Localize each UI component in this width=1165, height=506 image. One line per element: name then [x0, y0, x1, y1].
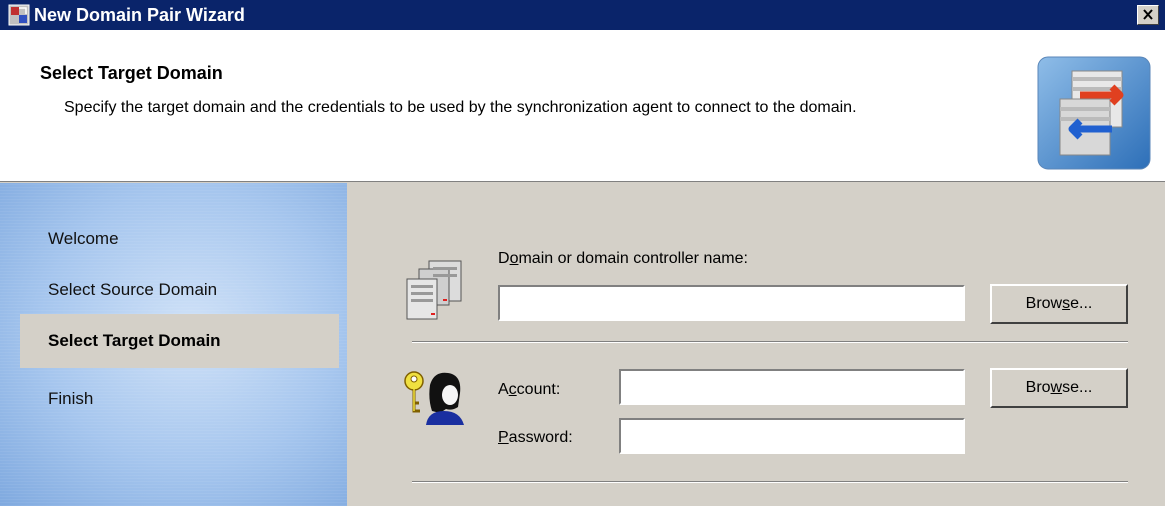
browse-account-pre: Bro: [1025, 379, 1051, 396]
browse-domain-post: e...: [1070, 295, 1093, 312]
page-heading: Select Target Domain: [40, 63, 223, 83]
step-finish: Finish: [48, 389, 94, 408]
server-icon: [406, 260, 462, 320]
account-input[interactable]: [619, 369, 965, 405]
browse-domain-pre: Brow: [1025, 295, 1063, 312]
close-icon: [1143, 9, 1153, 20]
domain-label-post: main or domain controller name:: [518, 250, 748, 267]
wizard-header: Select Target Domain Specify the target …: [0, 30, 1165, 182]
user-key-icon: [404, 371, 464, 425]
account-label-pre: A: [498, 381, 509, 398]
domain-input[interactable]: [498, 285, 965, 321]
browse-account-button[interactable]: Browse...: [990, 368, 1128, 408]
page-description: Specify the target domain and the creden…: [64, 99, 857, 116]
wizard-app-icon: [8, 4, 30, 26]
browse-domain-button[interactable]: Browse...: [990, 284, 1128, 324]
browse-domain-mnemonic: s: [1062, 295, 1071, 312]
password-label: Password:: [498, 429, 573, 447]
close-button[interactable]: [1137, 5, 1159, 25]
account-label-post: count:: [516, 381, 561, 398]
bottom-divider: [412, 481, 1128, 483]
wizard-steps-sidebar: Welcome Select Source Domain Select Targ…: [0, 183, 347, 506]
browse-account-post: se...: [1062, 379, 1093, 396]
step-select-target-domain: Select Target Domain: [20, 314, 339, 368]
domain-label: Domain or domain controller name:: [498, 250, 748, 268]
window-title: New Domain Pair Wizard: [34, 5, 245, 25]
title-bar: New Domain Pair Wizard: [0, 0, 1165, 30]
password-label-mnemonic: P: [498, 429, 509, 446]
step-select-source-domain: Select Source Domain: [48, 280, 218, 299]
password-input[interactable]: [619, 418, 965, 454]
domain-sync-icon: [1037, 56, 1151, 170]
section-divider: [412, 341, 1128, 343]
account-label: Account:: [498, 381, 560, 399]
browse-account-mnemonic: w: [1050, 379, 1063, 396]
step-welcome: Welcome: [48, 229, 119, 248]
domain-label-pre: D: [498, 250, 510, 267]
password-label-post: assword:: [508, 429, 573, 446]
account-label-mnemonic: c: [508, 381, 517, 398]
